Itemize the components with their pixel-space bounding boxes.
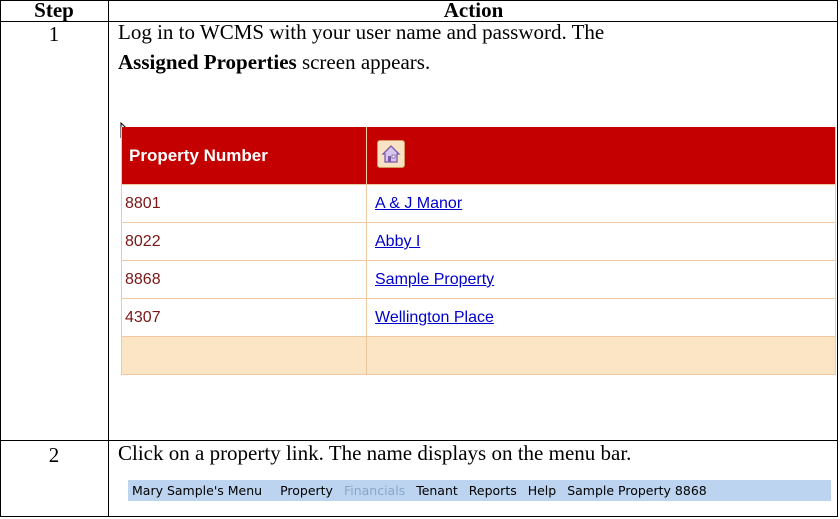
table-right-border	[835, 127, 836, 375]
footer-cell	[121, 337, 367, 374]
menu-item-financials: Financials	[343, 483, 406, 498]
table-header-row: Property Number	[121, 127, 836, 184]
property-name-cell: Sample Property	[367, 261, 836, 298]
menu-item-help[interactable]: Help	[528, 483, 557, 498]
home-icon[interactable]	[377, 140, 405, 168]
step-column-header: Step	[34, 0, 74, 22]
step-number: 1	[48, 22, 60, 46]
property-number: 8022	[121, 223, 367, 260]
screen-name: Assigned Properties	[118, 50, 297, 74]
property-number-header: Property Number	[121, 127, 367, 184]
current-property-label: Sample Property 8868	[567, 483, 707, 498]
table-row: 8022 Abby I	[121, 222, 836, 260]
step-instruction-line: Log in to WCMS with your user name and p…	[118, 20, 605, 44]
step-instruction: Log in to WCMS with your user name and p…	[118, 17, 833, 77]
table-row: 8868 Sample Property	[121, 260, 836, 298]
menu-item-home[interactable]: Mary Sample's Menu	[132, 483, 262, 498]
property-number: 4307	[121, 299, 367, 336]
property-link[interactable]: A & J Manor	[367, 195, 462, 212]
property-name-cell: A & J Manor	[367, 185, 836, 222]
menu-item-reports[interactable]: Reports	[469, 483, 517, 498]
property-number: 8801	[121, 185, 367, 222]
step-number: 2	[48, 443, 60, 467]
assigned-properties-table: Property Number 8801 A & J Manor 8022 Ab…	[121, 127, 836, 401]
column-divider	[108, 0, 109, 517]
property-name-cell: Wellington Place	[367, 299, 836, 336]
table-row: 8801 A & J Manor	[121, 184, 836, 222]
step-instruction-text: screen appears.	[296, 50, 431, 74]
table-footer-row	[121, 336, 836, 374]
property-link[interactable]: Abby I	[367, 233, 420, 250]
step-instruction: Click on a property link. The name displ…	[118, 441, 632, 465]
property-link[interactable]: Sample Property	[367, 271, 494, 288]
footer-cell	[367, 337, 836, 374]
step-instruction-line: Assigned Properties screen appears.	[118, 47, 833, 77]
table-row: 4307 Wellington Place	[121, 298, 836, 336]
property-link[interactable]: Wellington Place	[367, 309, 494, 326]
home-header-cell	[367, 127, 836, 184]
menu-item-property[interactable]: Property	[280, 483, 333, 498]
property-number: 8868	[121, 261, 367, 298]
menu-item-tenant[interactable]: Tenant	[416, 483, 458, 498]
menu-bar: Mary Sample's Menu Property Financials T…	[128, 480, 831, 501]
table-bottom-border	[121, 374, 836, 375]
property-name-cell: Abby I	[367, 223, 836, 260]
table-left-border	[121, 127, 122, 375]
